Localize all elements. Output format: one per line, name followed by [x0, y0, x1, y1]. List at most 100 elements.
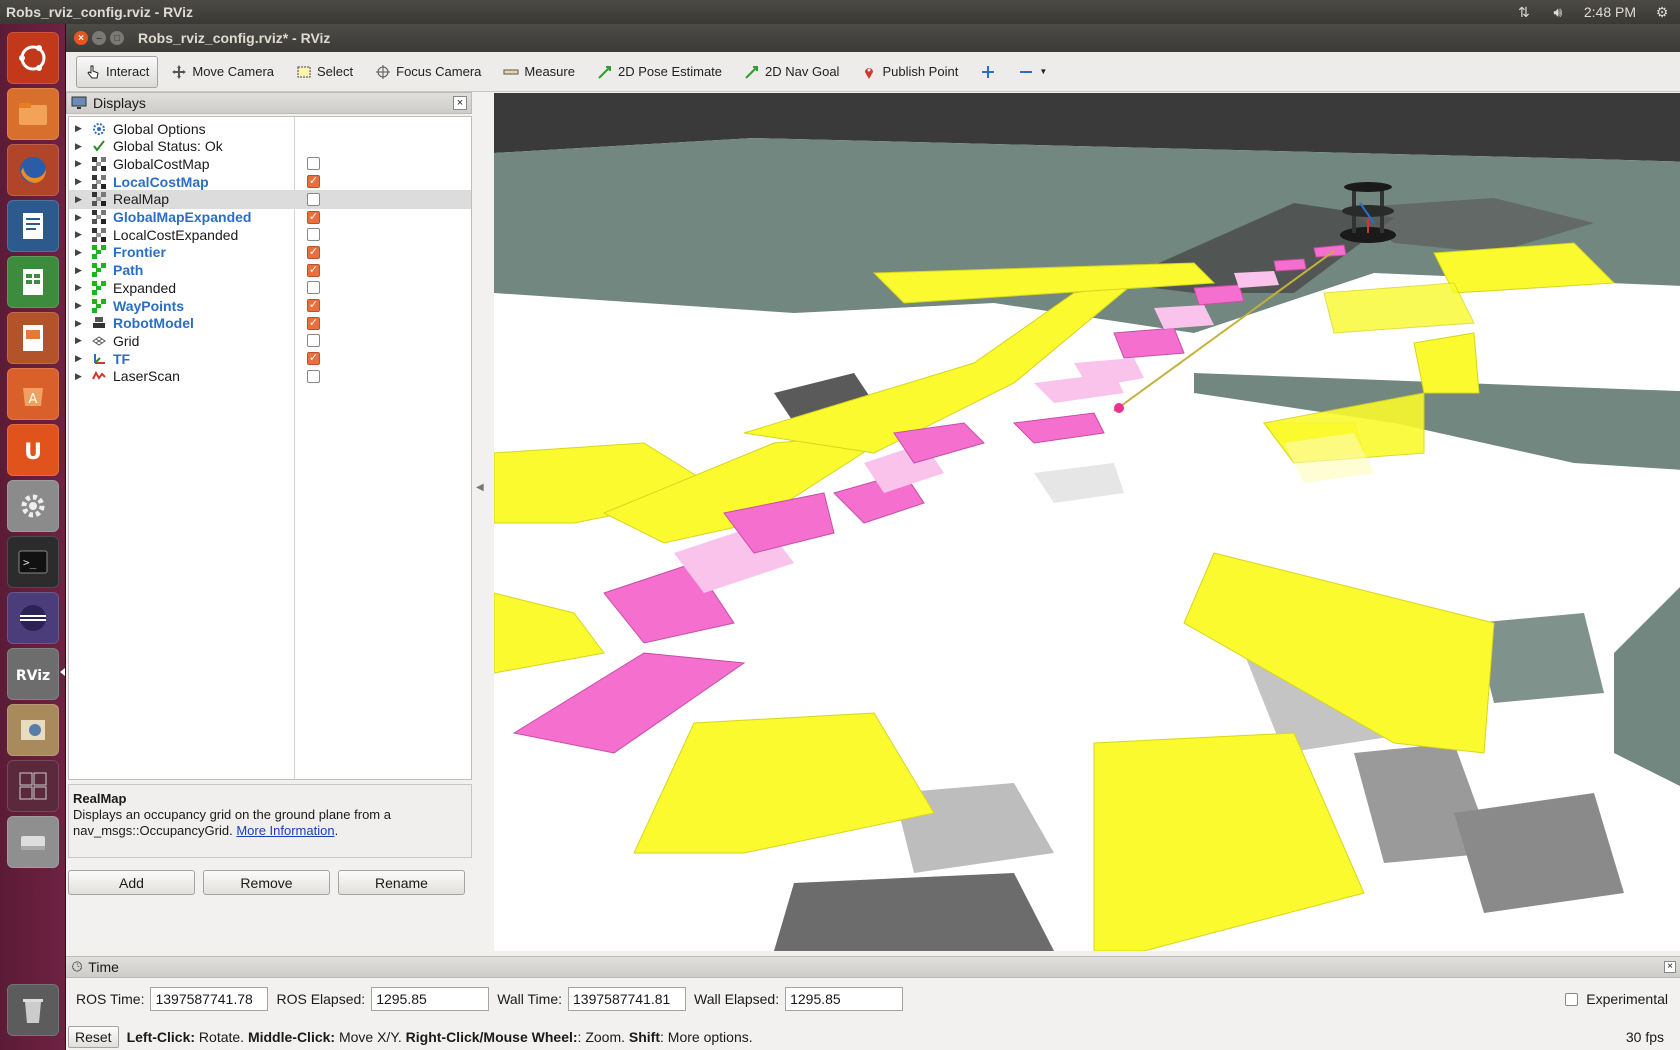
measure-tool-button[interactable]: Measure — [494, 56, 584, 88]
display-enabled-checkbox[interactable] — [307, 352, 320, 366]
clock[interactable]: 2:48 PM — [1584, 4, 1636, 20]
2d-nav-goal-tool-button[interactable]: 2D Nav Goal — [735, 56, 848, 88]
expand-arrow-icon[interactable]: ▶ — [75, 335, 85, 346]
ubuntu-logo-icon[interactable] — [7, 32, 59, 84]
remove-tool-dropdown[interactable]: ▼ — [1009, 56, 1056, 88]
add-button[interactable]: Add — [68, 870, 195, 895]
display-enabled-checkbox[interactable] — [307, 316, 320, 330]
display-item[interactable]: ▶ GlobalMapExpanded — [69, 208, 471, 227]
gear-icon — [91, 121, 107, 137]
toolbar: Interact Move Camera Select Focus Camera… — [66, 52, 1680, 92]
ubuntu-one-icon[interactable]: U — [7, 424, 59, 476]
workspaces-icon[interactable] — [7, 760, 59, 812]
expand-arrow-icon[interactable]: ▶ — [75, 318, 85, 329]
rename-button[interactable]: Rename — [338, 870, 465, 895]
move-camera-tool-button[interactable]: Move Camera — [162, 56, 283, 88]
expand-arrow-icon[interactable]: ▶ — [75, 123, 85, 134]
green-arrow-icon — [745, 65, 759, 79]
display-item[interactable]: ▶ Frontier — [69, 243, 471, 262]
software-center-icon[interactable]: A — [7, 368, 59, 420]
rviz-icon[interactable]: RViz — [7, 648, 59, 700]
display-item[interactable]: ▶ RealMap — [69, 189, 471, 209]
expand-arrow-icon[interactable]: ▶ — [75, 371, 85, 382]
displays-buttons: Add Remove Rename — [68, 870, 472, 895]
display-enabled-checkbox[interactable] — [307, 299, 320, 312]
eclipse-icon[interactable] — [7, 592, 59, 644]
display-enabled-checkbox[interactable] — [307, 157, 320, 171]
image-viewer-icon[interactable] — [7, 704, 59, 756]
expand-arrow-icon[interactable]: ▶ — [75, 247, 85, 258]
display-enabled-checkbox[interactable] — [307, 192, 320, 206]
display-enabled-checkbox[interactable] — [307, 245, 320, 259]
hand-pointer-icon — [87, 65, 99, 78]
display-item[interactable]: ▶ TF — [69, 349, 471, 368]
expand-arrow-icon[interactable]: ▶ — [75, 229, 85, 240]
display-enabled-checkbox[interactable] — [307, 228, 320, 242]
calc-icon[interactable] — [7, 256, 59, 308]
display-item[interactable]: ▶ GlobalCostMap — [69, 154, 471, 173]
interact-tool-button[interactable]: Interact — [76, 55, 159, 88]
3d-viewport[interactable]: ▶ — [494, 93, 1680, 951]
display-item[interactable]: ▶ LocalCostMap — [69, 172, 471, 191]
display-item[interactable]: ▶ LocalCostExpanded — [69, 225, 471, 244]
display-item[interactable]: ▶ RobotModel — [69, 314, 471, 333]
disk-icon[interactable] — [7, 816, 59, 868]
close-panel-icon[interactable]: × — [453, 96, 467, 110]
display-item[interactable]: ▶ Global Options — [69, 119, 471, 138]
display-enabled-checkbox[interactable] — [307, 263, 320, 277]
reset-button[interactable]: Reset — [68, 1026, 119, 1048]
impress-icon[interactable] — [7, 312, 59, 364]
wall-elapsed-field[interactable]: 1295.85 — [785, 987, 904, 1011]
ros-time-field[interactable]: 1397587741.78 — [150, 987, 269, 1011]
display-enabled-checkbox[interactable] — [307, 334, 320, 348]
close-window-icon[interactable]: × — [74, 31, 88, 45]
trash-icon[interactable] — [7, 984, 59, 1036]
system-settings-icon[interactable] — [7, 480, 59, 532]
wall-time-field[interactable]: 1397587741.81 — [568, 987, 687, 1011]
expand-arrow-icon[interactable]: ▶ — [75, 212, 85, 223]
select-tool-button[interactable]: Select — [287, 56, 362, 88]
display-item-label: Frontier — [113, 244, 166, 261]
close-time-panel-icon[interactable]: × — [1664, 961, 1676, 973]
display-enabled-checkbox[interactable] — [307, 175, 320, 189]
ros-elapsed-field[interactable]: 1295.85 — [371, 987, 490, 1011]
add-tool-button[interactable] — [971, 56, 1005, 88]
expand-arrow-icon[interactable]: ▶ — [75, 265, 85, 276]
display-item[interactable]: ▶ WayPoints — [69, 296, 471, 315]
publish-point-tool-button[interactable]: Publish Point — [852, 56, 967, 88]
remove-button[interactable]: Remove — [203, 870, 330, 895]
files-icon[interactable] — [7, 88, 59, 140]
minimize-window-icon[interactable]: – — [92, 31, 106, 45]
writer-icon[interactable] — [7, 200, 59, 252]
display-item[interactable]: ▶ Global Status: Ok — [69, 137, 471, 156]
2d-pose-estimate-tool-button[interactable]: 2D Pose Estimate — [588, 56, 731, 88]
expand-arrow-icon[interactable]: ▶ — [75, 141, 85, 152]
terminal-icon[interactable]: >_ — [7, 536, 59, 588]
display-item[interactable]: ▶ Grid — [69, 331, 471, 350]
display-item[interactable]: ▶ LaserScan — [69, 367, 471, 386]
expand-arrow-icon[interactable]: ▶ — [75, 194, 85, 205]
more-information-link[interactable]: More Information — [236, 823, 334, 838]
focus-camera-tool-button[interactable]: Focus Camera — [366, 56, 490, 88]
network-icon[interactable]: ⇅ — [1516, 4, 1532, 20]
experimental-option[interactable]: Experimental — [1565, 991, 1668, 1007]
display-item[interactable]: ▶ Expanded — [69, 278, 471, 297]
expand-arrow-icon[interactable]: ▶ — [75, 353, 85, 364]
collapse-left-icon[interactable]: ◀ — [476, 482, 484, 493]
display-item[interactable]: ▶ Path — [69, 261, 471, 280]
display-enabled-checkbox[interactable] — [307, 210, 320, 224]
expand-arrow-icon[interactable]: ▶ — [75, 300, 85, 311]
settings-gear-icon[interactable]: ⚙ — [1654, 4, 1670, 20]
rviz-window: × – □ Robs_rviz_config.rviz* - RViz Inte… — [66, 24, 1680, 1050]
display-enabled-checkbox[interactable] — [307, 281, 320, 295]
ros-elapsed-label: ROS Elapsed: — [276, 991, 366, 1007]
volume-icon[interactable]: 🔊︎ — [1550, 4, 1566, 20]
expand-arrow-icon[interactable]: ▶ — [75, 282, 85, 293]
expand-arrow-icon[interactable]: ▶ — [75, 158, 85, 169]
display-enabled-checkbox[interactable] — [307, 369, 320, 383]
maximize-window-icon[interactable]: □ — [110, 31, 124, 45]
expand-arrow-icon[interactable]: ▶ — [75, 176, 85, 187]
firefox-icon[interactable] — [7, 144, 59, 196]
display-item-label: Global Status: Ok — [113, 138, 223, 155]
experimental-checkbox[interactable] — [1565, 992, 1579, 1006]
